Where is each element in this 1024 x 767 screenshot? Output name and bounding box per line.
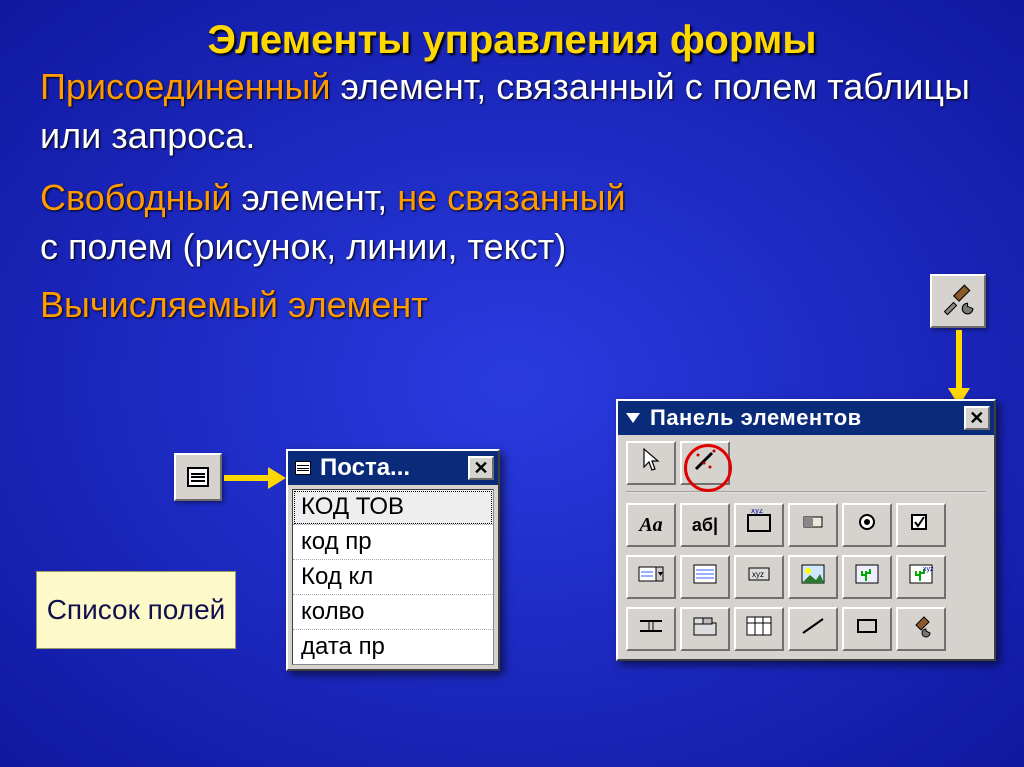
tab-tool[interactable] bbox=[680, 607, 730, 651]
option-tool-icon bbox=[852, 509, 882, 541]
button-tool-icon: xyz bbox=[744, 561, 774, 593]
option-tool[interactable] bbox=[842, 503, 892, 547]
svg-text:xyz: xyz bbox=[923, 566, 934, 573]
textbox-tool[interactable]: аб| bbox=[680, 503, 730, 547]
toolbox-menu-icon[interactable] bbox=[622, 411, 644, 425]
desc-free-a: элемент, bbox=[231, 177, 397, 218]
field-list-body: КОД ТОВ код пр Код кл колво дата пр bbox=[292, 489, 494, 665]
list-item[interactable]: колво bbox=[293, 595, 493, 630]
toolbox-row-2: xyz xyz bbox=[618, 549, 994, 601]
hammer-wrench-icon bbox=[941, 282, 975, 321]
rect-tool-icon bbox=[852, 613, 882, 645]
unbound-obj-tool-icon bbox=[852, 561, 882, 593]
select-tool[interactable] bbox=[626, 441, 676, 485]
toolbox-titlebar[interactable]: Панель элементов ✕ bbox=[618, 401, 994, 435]
arrow-tools-to-panel bbox=[956, 330, 962, 390]
button-tool[interactable]: xyz bbox=[734, 555, 784, 599]
field-list-titlebar[interactable]: Поста... ✕ bbox=[288, 451, 498, 485]
image-tool[interactable] bbox=[788, 555, 838, 599]
content-text: Присоединенный элемент, связанный с поле… bbox=[0, 63, 1024, 330]
line-tool-icon bbox=[798, 613, 828, 645]
page-title: Элементы управления формы bbox=[0, 0, 1024, 63]
list-item[interactable]: КОД ТОВ bbox=[293, 490, 493, 525]
toolbox-top-row bbox=[618, 435, 994, 487]
term-free: Свободный bbox=[40, 177, 231, 218]
group-tool-icon: xyz bbox=[744, 509, 774, 541]
list-item[interactable]: Код кл bbox=[293, 560, 493, 595]
label-tool-icon: Aa bbox=[639, 514, 662, 537]
more-tool-icon bbox=[906, 613, 936, 645]
document-icon bbox=[187, 467, 209, 487]
group-tool[interactable]: xyz bbox=[734, 503, 784, 547]
subform-tool-icon bbox=[744, 613, 774, 645]
tools-button[interactable] bbox=[930, 274, 986, 328]
cursor-icon bbox=[641, 447, 661, 479]
close-icon[interactable]: ✕ bbox=[468, 456, 494, 480]
field-list-window: Поста... ✕ КОД ТОВ код пр Код кл колво д… bbox=[286, 449, 500, 671]
pagebreak-tool-icon bbox=[636, 613, 666, 645]
combo-tool[interactable] bbox=[626, 555, 676, 599]
toolbox-row-3 bbox=[618, 601, 994, 653]
list-item[interactable]: дата пр bbox=[293, 630, 493, 664]
fields-list-label: Список полей bbox=[36, 571, 236, 649]
unbound-obj-tool[interactable] bbox=[842, 555, 892, 599]
term-bound: Присоединенный bbox=[40, 66, 330, 107]
line-tool[interactable] bbox=[788, 607, 838, 651]
toolbox-title-text: Панель элементов bbox=[650, 405, 958, 431]
field-list-title-icon bbox=[292, 461, 314, 475]
toolbox-separator bbox=[626, 491, 986, 493]
term-calc: Вычисляемый элемент bbox=[40, 281, 984, 330]
toggle-tool-icon bbox=[798, 509, 828, 541]
arrow-doc-to-list bbox=[224, 475, 270, 481]
list-item[interactable]: код пр bbox=[293, 525, 493, 560]
toolbox-window: Панель элементов ✕ Aa аб| xyz xyz xyz bbox=[616, 399, 996, 661]
field-list-title-text: Поста... bbox=[320, 454, 462, 482]
bound-obj-tool-icon: xyz bbox=[906, 561, 936, 593]
desc-free-b: не связанный bbox=[397, 177, 625, 218]
pagebreak-tool[interactable] bbox=[626, 607, 676, 651]
rect-tool[interactable] bbox=[842, 607, 892, 651]
close-icon[interactable]: ✕ bbox=[964, 406, 990, 430]
checkbox-tool-icon bbox=[906, 509, 936, 541]
toolbox-row-1: Aa аб| xyz bbox=[618, 497, 994, 549]
bound-obj-tool[interactable]: xyz bbox=[896, 555, 946, 599]
subform-tool[interactable] bbox=[734, 607, 784, 651]
wand-icon bbox=[692, 447, 718, 479]
listbox-tool-icon bbox=[690, 561, 720, 593]
wizard-tool[interactable] bbox=[680, 441, 730, 485]
image-tool-icon bbox=[798, 561, 828, 593]
more-tool[interactable] bbox=[896, 607, 946, 651]
svg-text:xyz: xyz bbox=[751, 509, 763, 515]
field-list-button[interactable] bbox=[174, 453, 222, 501]
listbox-tool[interactable] bbox=[680, 555, 730, 599]
combo-tool-icon bbox=[636, 561, 666, 593]
desc-free-c: с полем (рисунок, линии, текст) bbox=[40, 223, 984, 272]
checkbox-tool[interactable] bbox=[896, 503, 946, 547]
svg-text:xyz: xyz bbox=[752, 570, 764, 579]
label-tool[interactable]: Aa bbox=[626, 503, 676, 547]
textbox-tool-icon: аб| bbox=[692, 515, 718, 536]
tab-tool-icon bbox=[690, 613, 720, 645]
toggle-tool[interactable] bbox=[788, 503, 838, 547]
